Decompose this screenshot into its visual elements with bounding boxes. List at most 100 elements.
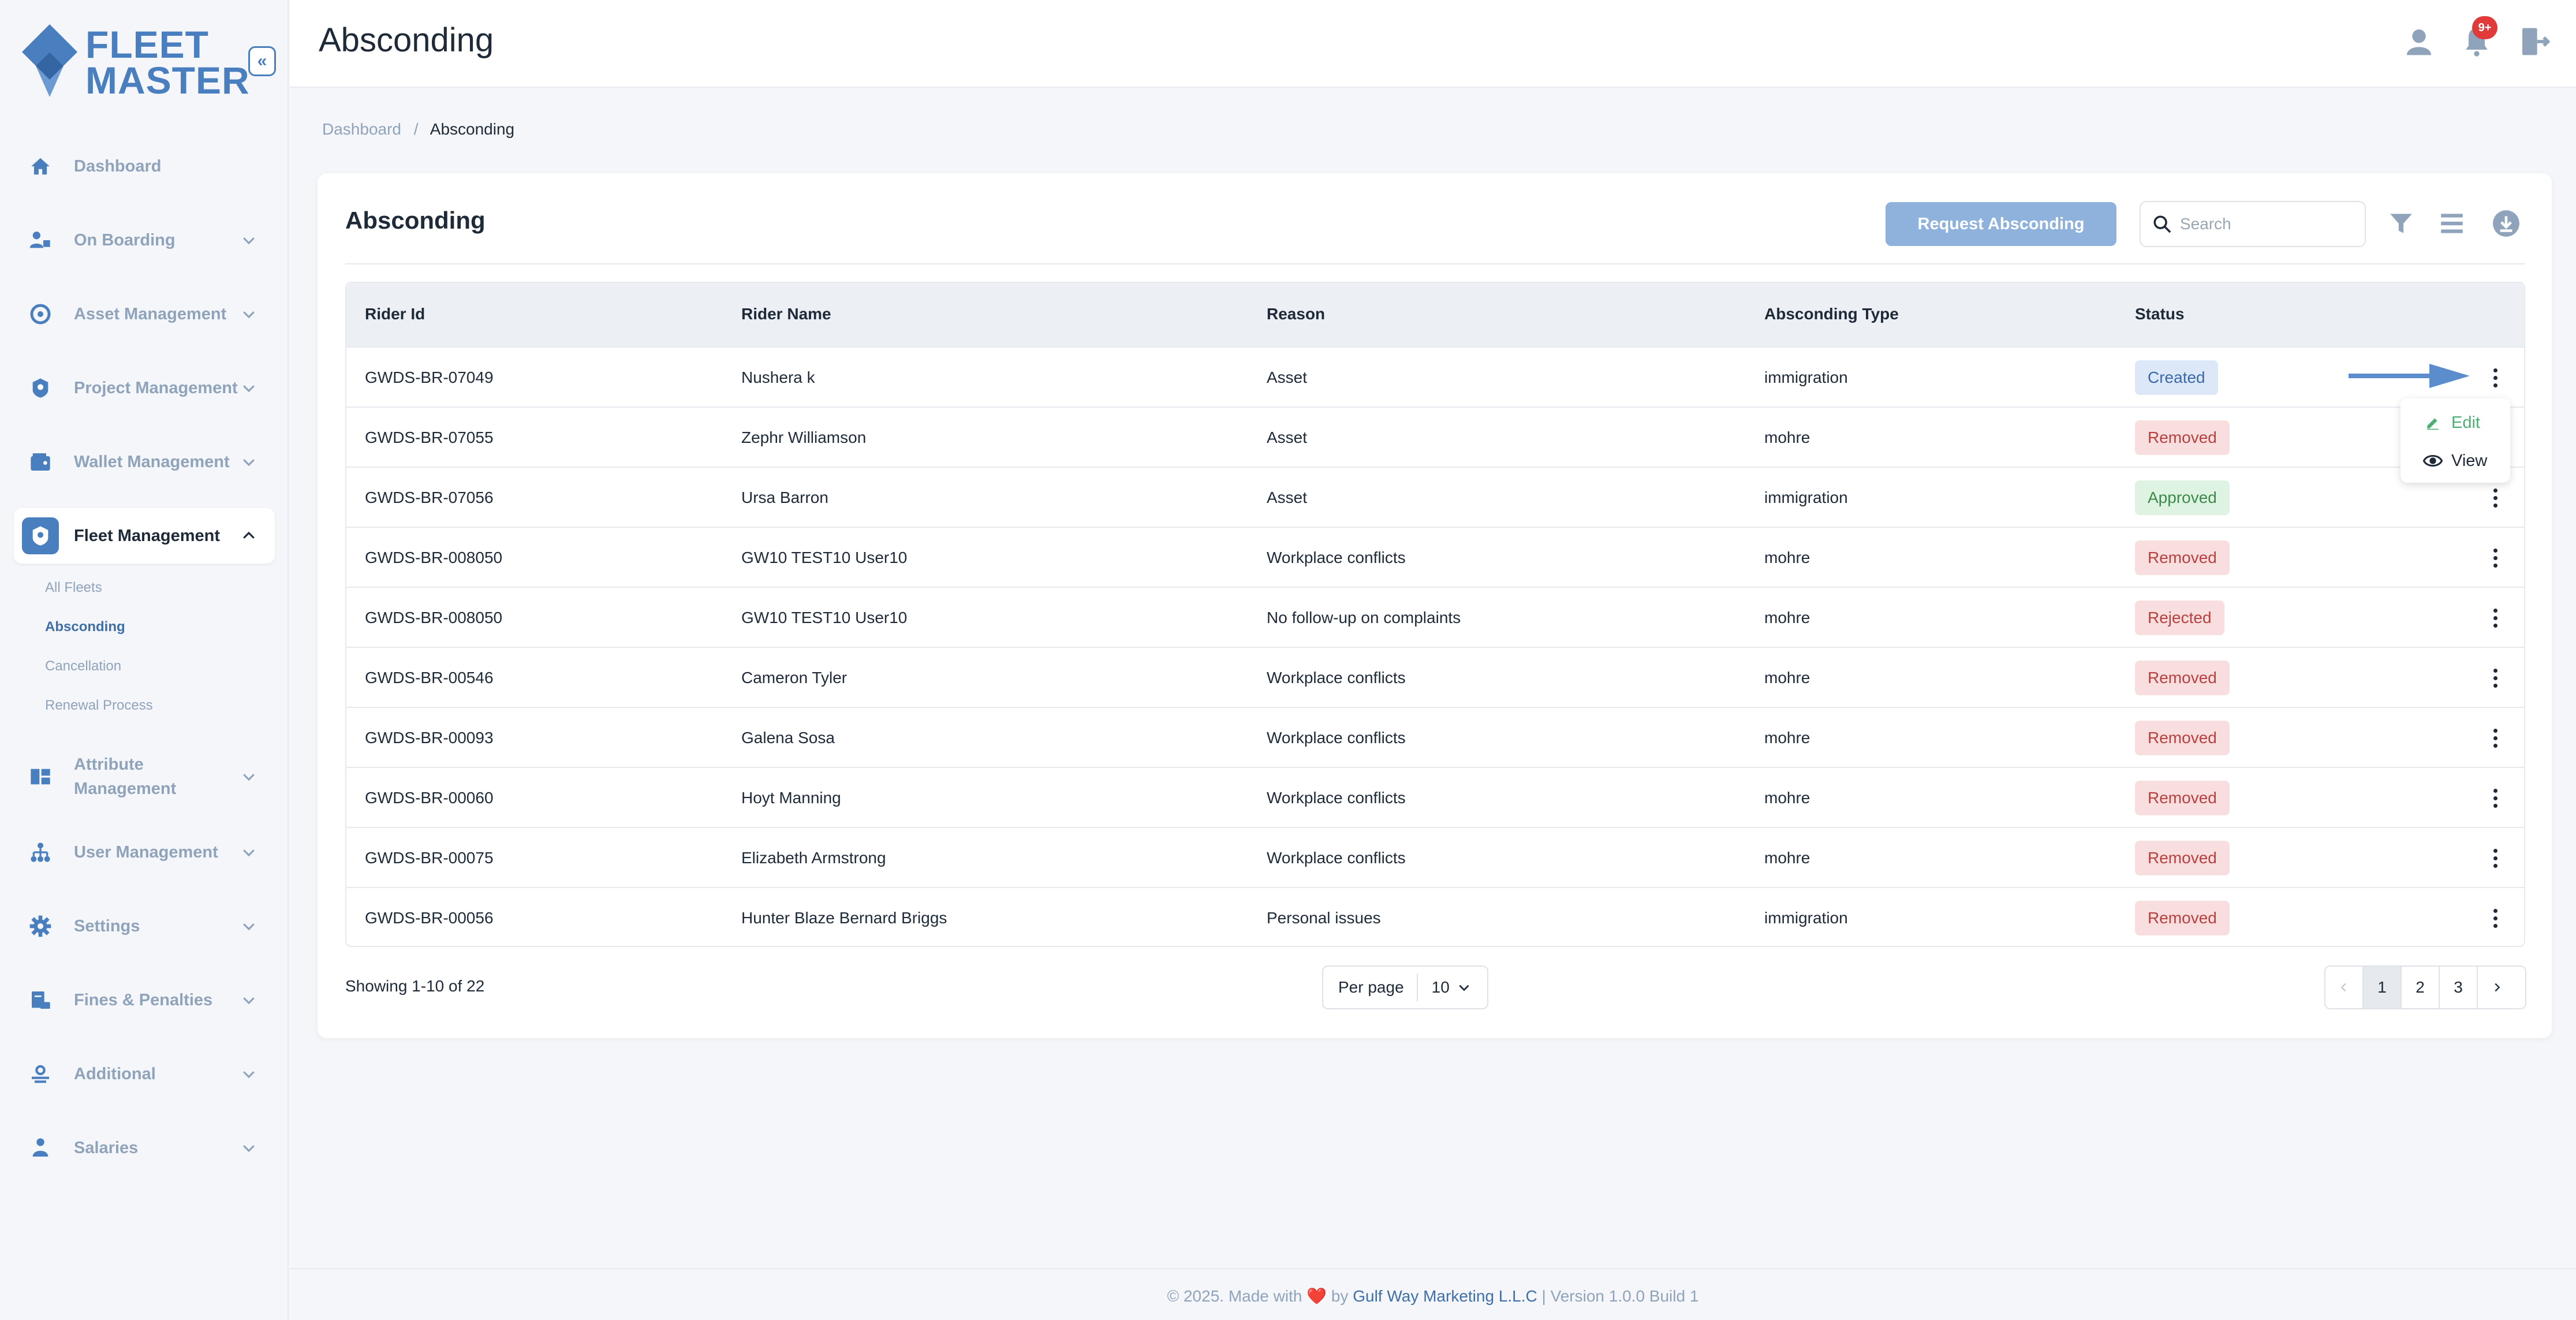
table-row[interactable]: GWDS-BR-07055 Zephr Williamson Asset moh… [346,407,2524,467]
sidebar-item-attribute-management[interactable]: Attribute Management [14,745,275,808]
sidebar-item-label: Asset Management [74,305,227,323]
prev-page-button[interactable] [2325,967,2364,1008]
cell-reason: Workplace conflicts [1267,669,1406,687]
search-input[interactable] [2180,215,2353,233]
top-header: Absconding [290,0,2576,88]
menu-item-edit[interactable]: Edit [2400,404,2510,441]
row-actions-menu-icon[interactable] [2484,845,2507,871]
per-page-value: 10 [1431,978,1450,996]
sidebar-item-asset-management[interactable]: Asset Management [14,286,275,342]
column-header-absconding-type[interactable]: Absconding Type [1764,305,1899,323]
wallet-icon [22,443,59,480]
sidebar-item-on-boarding[interactable]: On Boarding [14,212,275,268]
chevron-down-icon [243,849,255,857]
column-header-rider-name[interactable]: Rider Name [741,305,831,323]
cell-reason: Workplace conflicts [1267,789,1406,807]
sidebar-item-dashboard[interactable]: Dashboard [14,139,275,194]
table-row[interactable]: GWDS-BR-00056 Hunter Blaze Bernard Brigg… [346,887,2524,947]
user-profile-icon[interactable] [2403,25,2435,58]
per-page-select[interactable]: Per page 10 [1322,965,1488,1009]
cell-absconding-type: mohre [1764,729,1810,747]
row-actions-menu-icon[interactable] [2484,785,2507,811]
next-page-button[interactable] [2478,967,2516,1008]
fines-icon [22,982,59,1019]
table-row[interactable]: GWDS-BR-00060 Hoyt Manning Workplace con… [346,767,2524,827]
row-actions-menu-icon[interactable] [2484,365,2507,390]
column-header-rider-id[interactable]: Rider Id [365,305,425,323]
columns-list-icon[interactable] [2437,209,2466,238]
sidebar-collapse-button[interactable]: « [248,46,276,76]
column-header-status[interactable]: Status [2135,305,2185,323]
row-actions-menu-icon[interactable] [2484,905,2507,931]
per-page-divider [1416,974,1418,1001]
column-header-reason[interactable]: Reason [1267,305,1325,323]
sidebar-item-user-management[interactable]: User Management [14,825,275,880]
sidebar-item-additional[interactable]: Additional [14,1046,275,1102]
cell-reason: Workplace conflicts [1267,549,1406,566]
table-row[interactable]: GWDS-BR-008050 GW10 TEST10 User10 No fol… [346,587,2524,647]
cell-rider-id: GWDS-BR-00093 [365,729,494,747]
sidebar-item-label: Fines & Penalties [74,991,213,1009]
table-row[interactable]: GWDS-BR-07049 Nushera k Asset immigratio… [346,346,2524,407]
pointer-arrow-icon [2349,364,2470,388]
cell-absconding-type: mohre [1764,849,1810,867]
page-button-3[interactable]: 3 [2440,967,2478,1008]
table-row[interactable]: GWDS-BR-00075 Elizabeth Armstrong Workpl… [346,827,2524,887]
breadcrumb-separator: / [413,120,419,138]
sidebar-item-wallet-management[interactable]: Wallet Management [14,434,275,490]
sidebar-item-project-management[interactable]: Project Management [14,360,275,416]
card-title: Absconding [345,207,486,234]
sidebar-subitem-cancellation[interactable]: Cancellation [45,658,121,674]
search-box[interactable] [2140,201,2366,247]
row-actions-menu-icon[interactable] [2484,725,2507,751]
row-actions-menu-icon[interactable] [2484,485,2507,510]
fleet-master-logo[interactable]: FLEET MASTER [21,23,249,101]
sidebar-subitem-renewal-process[interactable]: Renewal Process [45,698,153,714]
fleet-icon [22,517,59,554]
sidebar-subitem-absconding[interactable]: Absconding [45,619,125,635]
cell-reason: Workplace conflicts [1267,729,1406,747]
table-row[interactable]: GWDS-BR-00093 Galena Sosa Workplace conf… [346,707,2524,767]
footer-version: | Version 1.0.0 Build 1 [1541,1287,1699,1305]
sidebar-item-label: Fleet Management [74,527,220,545]
download-icon[interactable] [2492,209,2521,238]
project-icon [22,370,59,407]
logo-line2: MASTER [85,59,250,102]
table-row[interactable]: GWDS-BR-07056 Ursa Barron Asset immigrat… [346,467,2524,527]
gear-icon [22,908,59,945]
logout-icon[interactable] [2518,25,2551,58]
page-button-1[interactable]: 1 [2364,967,2402,1008]
page-button-2[interactable]: 2 [2402,967,2440,1008]
sidebar-item-settings[interactable]: Settings [14,898,275,954]
row-actions-menu-icon[interactable] [2484,545,2507,570]
double-chevron-left-icon: « [257,51,267,70]
chevron-up-icon [243,531,255,539]
pagination: 1 2 3 [2324,965,2526,1009]
asset-icon [22,296,59,333]
breadcrumb-dashboard-link[interactable]: Dashboard [322,120,401,138]
row-actions-menu-icon[interactable] [2484,665,2507,691]
cell-rider-id: GWDS-BR-00060 [365,789,494,807]
sidebar-subitem-all-fleets[interactable]: All Fleets [45,580,102,596]
sidebar-item-salaries[interactable]: Salaries [14,1120,275,1176]
request-absconding-button[interactable]: Request Absconding [1886,202,2116,246]
sidebar-item-label: Settings [74,917,140,935]
cell-rider-id: GWDS-BR-07056 [365,489,494,506]
cell-rider-name: Zephr Williamson [741,428,867,446]
cell-rider-name: Nushera k [741,368,815,386]
cell-reason: Workplace conflicts [1267,849,1406,867]
chevron-down-icon [243,997,255,1005]
menu-item-view[interactable]: View [2400,442,2510,479]
onboarding-icon [22,222,59,259]
row-actions-menu-icon[interactable] [2484,605,2507,631]
footer-company-link[interactable]: Gulf Way Marketing L.L.C [1353,1287,1537,1305]
table-row[interactable]: GWDS-BR-00546 Cameron Tyler Workplace co… [346,647,2524,707]
chevron-down-icon [1459,985,1469,991]
table-row[interactable]: GWDS-BR-008050 GW10 TEST10 User10 Workpl… [346,527,2524,587]
sidebar-item-label: Project Management [74,379,238,397]
sidebar-item-fines-penalties[interactable]: Fines & Penalties [14,972,275,1028]
filter-icon[interactable] [2387,209,2416,238]
card-divider [345,263,2525,264]
eye-icon [2421,449,2444,472]
sidebar-item-fleet-management[interactable]: Fleet Management [14,508,275,564]
